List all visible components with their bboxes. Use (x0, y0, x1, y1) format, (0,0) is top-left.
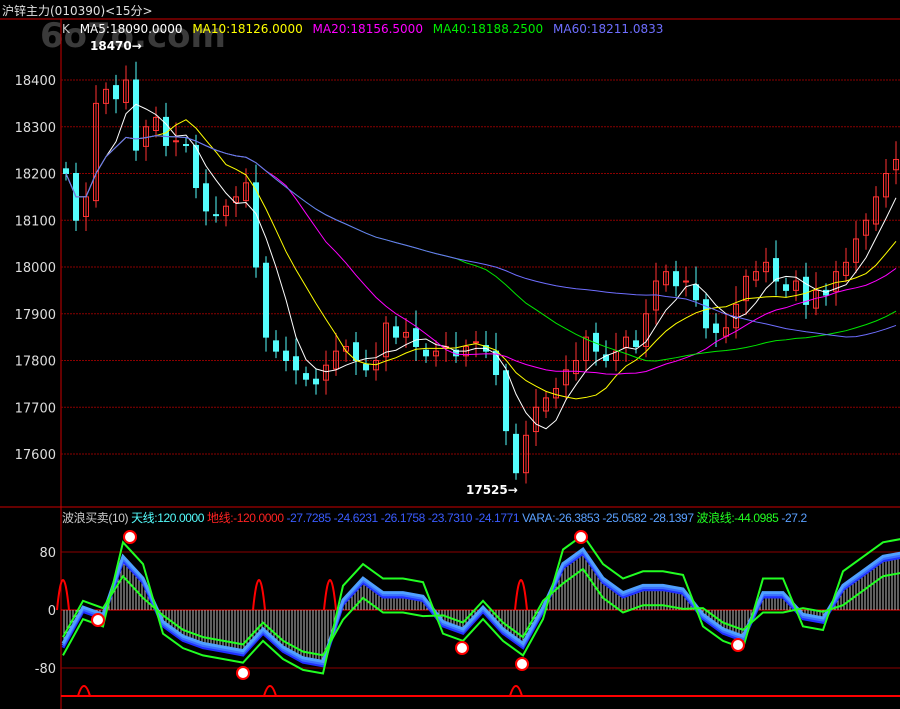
smiley-icon (236, 666, 250, 680)
legend-k: K (62, 22, 70, 36)
legend-ma60: MA60:18211.0833 (553, 22, 664, 36)
candle (263, 262, 269, 338)
ma20-line (65, 135, 897, 375)
candle (393, 326, 399, 338)
signal-spike (323, 579, 337, 611)
ma60-line (65, 135, 897, 338)
legend-ma40: MA40:18188.2500 (432, 22, 544, 36)
smiley-icon (515, 657, 529, 671)
candle (773, 258, 779, 282)
legend-tian: 天线:120.0000 (131, 511, 205, 525)
y-tick-label: 17700 (15, 401, 56, 416)
ma10-line (65, 119, 897, 400)
chart-window: 6o7o.com 18400 18300 18200 18100 18000 17900 1… (0, 0, 900, 709)
candle (113, 85, 119, 100)
signal-spike (56, 579, 70, 611)
candle (673, 271, 679, 287)
extreme-label: 18470→ (90, 39, 142, 53)
bottom-spike (263, 685, 277, 697)
y-tick-label: 18100 (15, 214, 56, 229)
candle (173, 140, 179, 143)
smiley-icon (455, 641, 469, 655)
indicator-name: 波浪买卖(10) (62, 511, 129, 525)
candle (203, 183, 209, 212)
legend-ma5: MA5:18090.0000 (79, 22, 183, 36)
legend-vara: VARA:-26.3853 -25.0582 -28.1397 (522, 511, 694, 525)
y-tick-label: 18400 (15, 74, 56, 89)
y-tick-label: 17900 (15, 308, 56, 323)
wave-line (61, 546, 900, 664)
candle (693, 284, 699, 301)
signal-spike (252, 579, 266, 611)
candle (313, 378, 319, 385)
legend-wave-more: -27.2 (781, 511, 807, 525)
signal-spike (514, 579, 528, 611)
candle (133, 79, 139, 151)
legend-di: 地线:-120.0000 (207, 511, 284, 525)
bottom-spike (77, 685, 91, 697)
candle (183, 144, 189, 147)
wave-upper (62, 533, 900, 675)
main-legend: K MA5:18090.0000 MA10:18126.0000 MA20:18… (62, 22, 669, 36)
candle (633, 340, 639, 347)
candle (423, 349, 429, 357)
y-tick-label: 17800 (15, 355, 56, 370)
y-tick-label: 18300 (15, 121, 56, 136)
candle (213, 214, 219, 217)
candle (293, 356, 299, 371)
candle (713, 323, 719, 333)
smiley-icon (123, 530, 137, 544)
sub-legend: 波浪买卖(10) 天线:120.0000 地线:-120.0000 -27.72… (62, 509, 807, 526)
candle (473, 341, 479, 344)
legend-wave: 波浪线:-44.0985 (696, 511, 779, 525)
smiley-icon (731, 638, 745, 652)
smiley-icon (91, 613, 105, 627)
extreme-label: 17525→ (466, 483, 518, 497)
candle (353, 342, 359, 361)
candle (193, 144, 199, 189)
legend-ma20: MA20:18156.5000 (312, 22, 423, 36)
sub-y-tick-label: 0 (48, 604, 56, 619)
candle (63, 168, 69, 174)
sub-y-tick-label: -80 (35, 662, 56, 677)
candle (783, 284, 789, 291)
candle (503, 370, 509, 432)
y-tick-label: 18000 (15, 261, 56, 276)
smiley-icon (574, 530, 588, 544)
candle (273, 340, 279, 352)
candle (513, 433, 519, 474)
y-tick-label: 17600 (15, 448, 56, 463)
candle (303, 373, 309, 380)
sub-y-tick-label: 80 (39, 546, 56, 561)
legend-vals: -27.7285 -24.6231 -26.1758 -23.7310 -24.… (286, 511, 520, 525)
bottom-spike (509, 685, 523, 697)
chart-canvas[interactable]: 18400 18300 18200 18100 18000 17900 17800 17700… (0, 0, 900, 709)
candle (253, 182, 259, 268)
candle (683, 280, 689, 283)
ma40-line (65, 135, 897, 362)
candle (413, 328, 419, 347)
chart-title: 沪锌主力(010390)<15分> (2, 4, 153, 18)
y-tick-label: 18200 (15, 168, 56, 183)
candle (363, 363, 369, 371)
candle (283, 350, 289, 361)
legend-ma10: MA10:18126.0000 (192, 22, 303, 36)
candle (703, 299, 709, 329)
